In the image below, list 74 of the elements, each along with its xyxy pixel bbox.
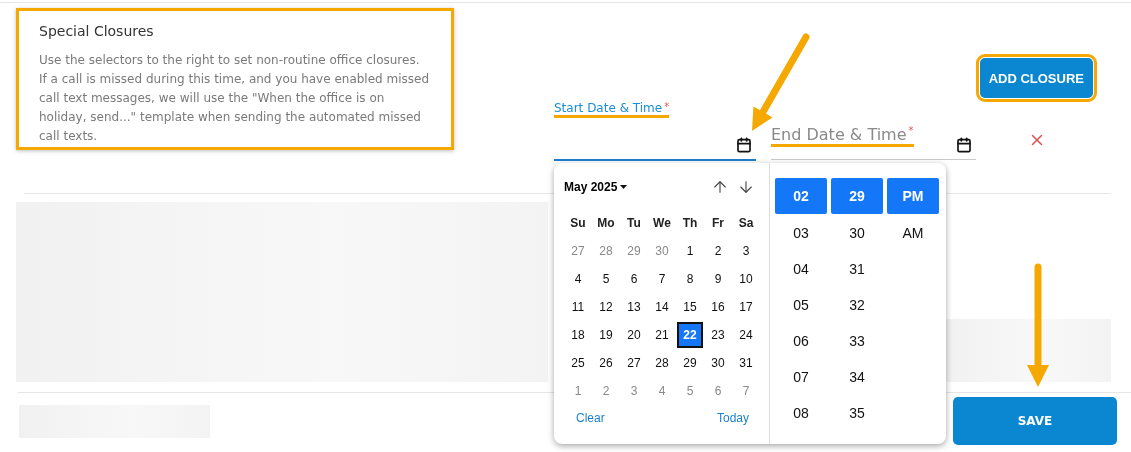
month-selector[interactable]: May 2025 — [564, 180, 628, 194]
section-description: Use the selectors to the right to set non-routine office closures. If a call is missed during this time, and you have enabled missed call text messages, we will use the "When the office is on holiday, send..." template when sending the automated missed call texts. — [39, 52, 431, 145]
calendar-day[interactable]: 11 — [565, 294, 591, 320]
field-label: Start Date & Time * — [554, 101, 670, 118]
field-label: End Date & Time* — [771, 125, 914, 147]
calendar-day[interactable]: 17 — [733, 294, 759, 320]
calendar-day[interactable]: 2 — [593, 378, 619, 404]
weekday-label: Mo — [596, 215, 616, 232]
today-link[interactable]: Today — [716, 411, 749, 425]
calendar-day[interactable]: 23 — [705, 322, 731, 348]
calendar-day[interactable]: 19 — [593, 322, 619, 348]
calendar-day[interactable]: 1 — [565, 378, 591, 404]
calendar-day[interactable]: 2 — [705, 238, 731, 264]
time-option[interactable]: 35 — [831, 395, 883, 431]
time-option[interactable]: 06 — [775, 323, 827, 359]
weekday-label: Su — [569, 215, 587, 232]
save-button[interactable]: SAVE — [953, 397, 1117, 445]
calendar-day[interactable]: 15 — [677, 294, 703, 320]
calendar-day[interactable]: 1 — [677, 238, 703, 264]
calendar-day[interactable]: 30 — [649, 238, 675, 264]
calendar-day[interactable]: 3 — [733, 238, 759, 264]
calendar-day[interactable]: 18 — [565, 322, 591, 348]
weekday-label: Fr — [711, 215, 725, 232]
calendar-day[interactable]: 29 — [621, 238, 647, 264]
time-option[interactable]: 03 — [775, 215, 827, 251]
calendar-day[interactable]: 7 — [733, 378, 759, 404]
time-option[interactable]: 30 — [831, 215, 883, 251]
calendar-day[interactable]: 5 — [593, 266, 619, 292]
calendar-day[interactable]: 13 — [621, 294, 647, 320]
time-option[interactable]: 29 — [831, 178, 883, 214]
calendar-day[interactable]: 5 — [677, 378, 703, 404]
calendar-day[interactable]: 30 — [705, 350, 731, 376]
calendar-day[interactable]: 12 — [593, 294, 619, 320]
calendar-day[interactable]: 7 — [649, 266, 675, 292]
calendar-day[interactable]: 31 — [733, 350, 759, 376]
calendar-day[interactable]: 27 — [621, 350, 647, 376]
weekday-label: We — [652, 215, 672, 232]
calendar-day[interactable]: 6 — [705, 378, 731, 404]
time-option[interactable]: 08 — [775, 395, 827, 431]
calendar-day[interactable]: 29 — [677, 350, 703, 376]
calendar-day[interactable]: 9 — [705, 266, 731, 292]
time-option[interactable]: AM — [887, 215, 939, 251]
weekday-label: Tu — [626, 215, 642, 232]
calendar-day[interactable]: 8 — [677, 266, 703, 292]
calendar-day[interactable]: 28 — [649, 350, 675, 376]
section-title: Special Closures — [39, 23, 155, 39]
calendar-day[interactable]: 26 — [593, 350, 619, 376]
calendar-day[interactable]: 22 — [677, 322, 703, 348]
time-option[interactable]: 33 — [831, 323, 883, 359]
calendar-day[interactable]: 21 — [649, 322, 675, 348]
clear-link[interactable]: Clear — [576, 411, 605, 425]
time-option[interactable]: 07 — [775, 359, 827, 395]
time-option[interactable]: 04 — [775, 251, 827, 287]
time-option[interactable]: 34 — [831, 359, 883, 395]
time-option[interactable]: 31 — [831, 251, 883, 287]
calendar-day[interactable]: 4 — [565, 266, 591, 292]
weekday-label: Sa — [737, 215, 755, 232]
calendar-day[interactable]: 10 — [733, 266, 759, 292]
calendar-day[interactable]: 24 — [733, 322, 759, 348]
calendar-day[interactable]: 20 — [621, 322, 647, 348]
calendar-day[interactable]: 6 — [621, 266, 647, 292]
calendar-day[interactable]: 3 — [621, 378, 647, 404]
time-option[interactable]: 05 — [775, 287, 827, 323]
calendar-day[interactable]: 14 — [649, 294, 675, 320]
weekday-label: Th — [681, 215, 699, 232]
calendar-day[interactable]: 25 — [565, 350, 591, 376]
calendar-day[interactable]: 4 — [649, 378, 675, 404]
time-option[interactable]: PM — [887, 178, 939, 214]
calendar-day[interactable]: 16 — [705, 294, 731, 320]
date-time-field[interactable]: End Date & Time* — [771, 101, 976, 160]
calendar-day[interactable]: 27 — [565, 238, 591, 264]
calendar-day[interactable]: 28 — [593, 238, 619, 264]
time-option[interactable]: 32 — [831, 287, 883, 323]
time-option[interactable]: 02 — [775, 178, 827, 214]
